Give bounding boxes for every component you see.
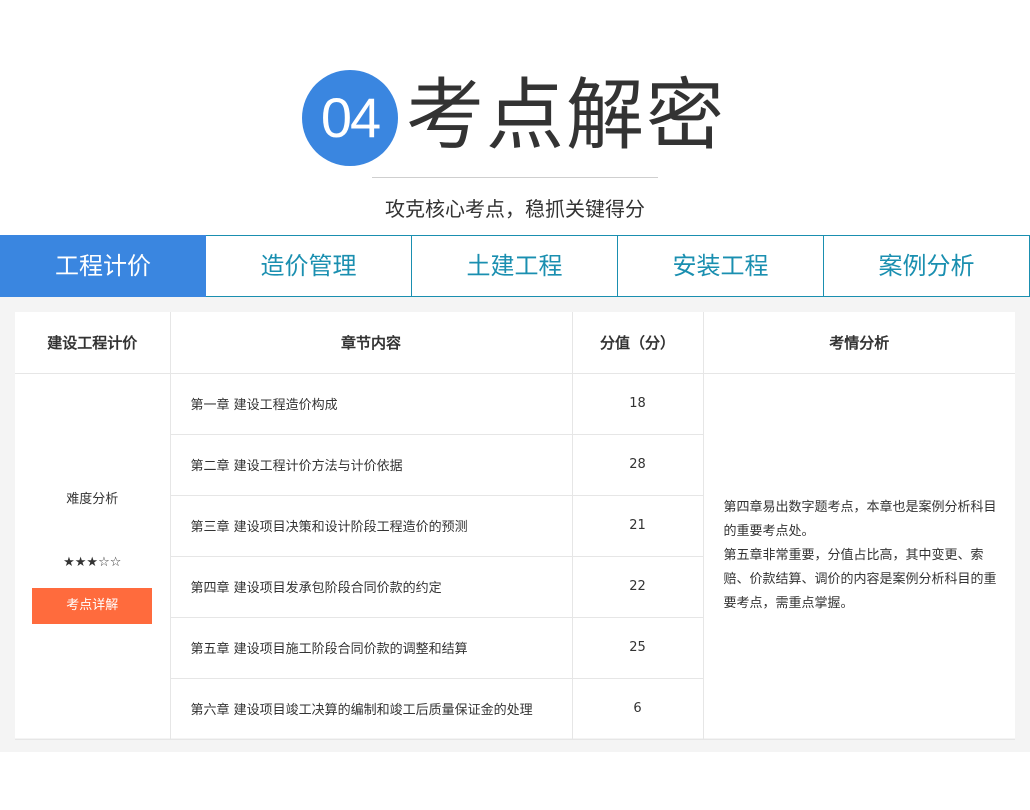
score-cell: 21 <box>571 494 703 557</box>
analysis-paragraph: 第五章非常重要，分值占比高，其中变更、索赔、价款结算、调价的内容是案例分析科目的… <box>723 548 997 611</box>
chapter-cell: 第五章 建设项目施工阶段合同价款的调整和结算 <box>170 616 573 679</box>
subject-tabs: 工程计价 造价管理 土建工程 安装工程 案例分析 <box>0 235 1030 297</box>
score-cell: 25 <box>571 616 703 679</box>
score-cell: 6 <box>571 677 703 740</box>
difficulty-cell: 难度分析 ★★★☆☆ 考点详解 <box>15 372 171 740</box>
header-score: 分值（分） <box>571 312 704 374</box>
chapter-cell: 第三章 建设项目决策和设计阶段工程造价的预测 <box>170 494 573 557</box>
section-header: 04 考点解密 攻克核心考点，稳抓关键得分 <box>0 0 1030 235</box>
table-row: 难度分析 ★★★☆☆ 考点详解 第一章 建设工程造价构成 18 第四章易出数字题… <box>15 372 1015 740</box>
chapter-cell: 第二章 建设工程计价方法与计价依据 <box>170 433 573 496</box>
score-cell: 28 <box>571 433 703 496</box>
analysis-paragraph: 第四章易出数字题考点，本章也是案例分析科目的重要考点处。 <box>723 500 997 539</box>
chapter-cell: 第一章 建设工程造价构成 <box>169 372 573 435</box>
difficulty-label: 难度分析 <box>66 492 119 507</box>
difficulty-stars: ★★★☆☆ <box>63 555 122 570</box>
header-analysis: 考情分析 <box>702 312 1015 374</box>
exam-detail-button[interactable]: 考点详解 <box>32 588 153 624</box>
header-chapter: 章节内容 <box>169 312 573 374</box>
tab-civil-engineering[interactable]: 土建工程 <box>412 235 618 297</box>
chapter-cell: 第四章 建设项目发承包阶段合同价款的约定 <box>170 555 573 618</box>
table-header-row: 建设工程计价 章节内容 分值（分） 考情分析 <box>15 312 1015 374</box>
chapter-cell: 第六章 建设项目竣工决算的编制和竣工后质量保证金的处理 <box>170 677 573 740</box>
analysis-cell: 第四章易出数字题考点，本章也是案例分析科目的重要考点处。 第五章非常重要，分值占… <box>702 372 1015 740</box>
tab-engineering-pricing[interactable]: 工程计价 <box>0 235 206 297</box>
exam-points-table: 建设工程计价 章节内容 分值（分） 考情分析 难度分析 ★★★☆☆ 考点详解 第… <box>15 312 1015 740</box>
tab-cost-management[interactable]: 造价管理 <box>206 235 412 297</box>
content-panel: 建设工程计价 章节内容 分值（分） 考情分析 难度分析 ★★★☆☆ 考点详解 第… <box>0 297 1030 752</box>
score-cell: 22 <box>571 555 703 618</box>
section-subtitle: 攻克核心考点，稳抓关键得分 <box>385 197 645 221</box>
tab-case-analysis[interactable]: 案例分析 <box>824 235 1030 297</box>
header-subject: 建设工程计价 <box>15 312 171 374</box>
section-number-badge: 04 <box>302 70 398 166</box>
exam-points-table-wrapper: 建设工程计价 章节内容 分值（分） 考情分析 难度分析 ★★★☆☆ 考点详解 第… <box>15 312 1015 740</box>
score-cell: 18 <box>571 372 704 435</box>
section-title: 考点解密 <box>406 71 727 161</box>
title-divider <box>372 177 658 178</box>
tab-installation-engineering[interactable]: 安装工程 <box>618 235 824 297</box>
